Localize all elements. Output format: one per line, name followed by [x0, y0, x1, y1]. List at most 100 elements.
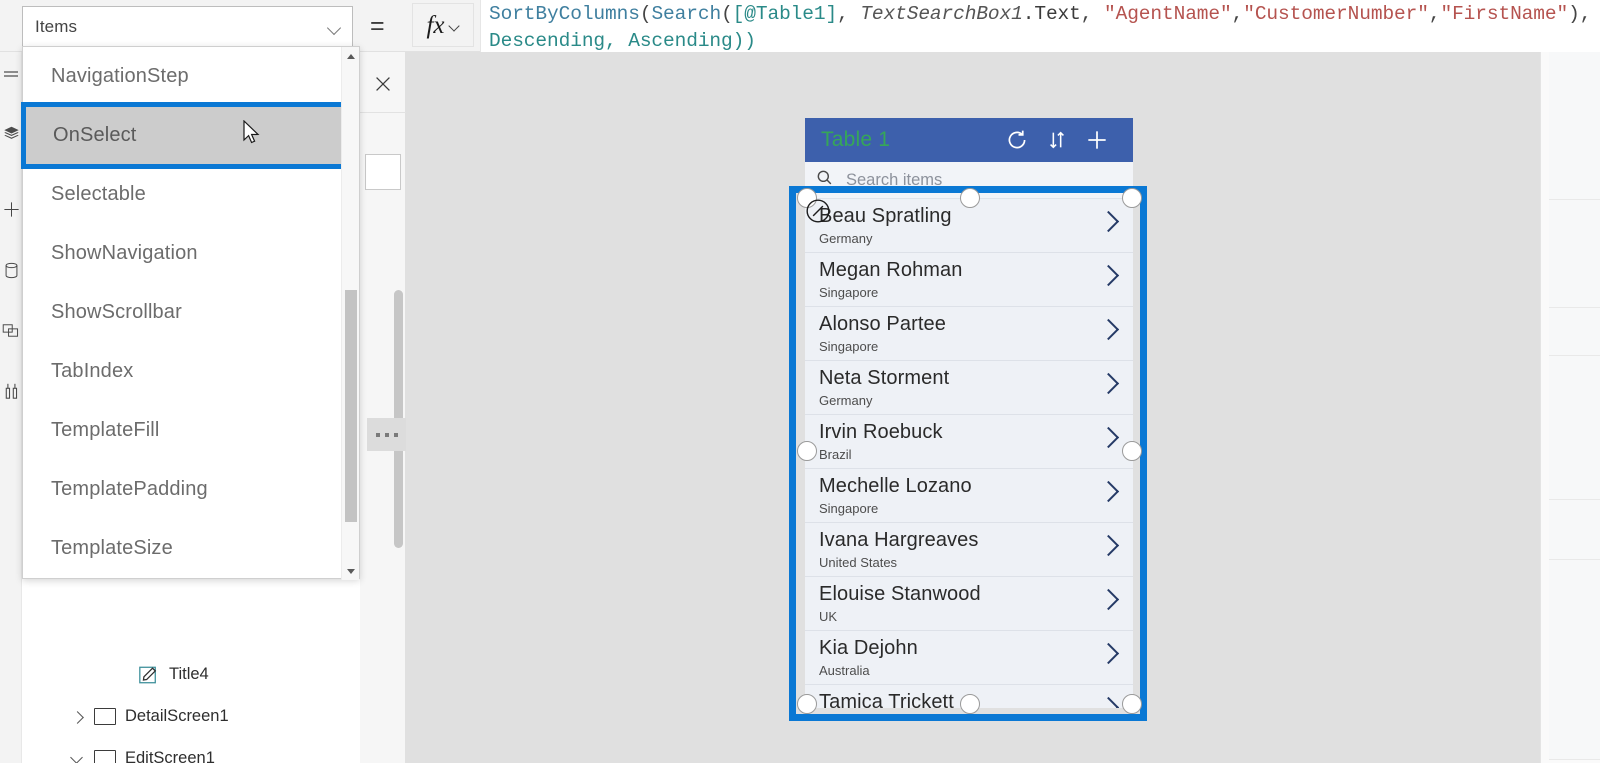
formula-token: Search	[651, 3, 722, 25]
formula-line-1: SortByColumns(Search([@Table1], TextSear…	[489, 0, 1600, 29]
data-sources-icon[interactable]	[0, 255, 22, 285]
resize-handle-top-right[interactable]	[1122, 188, 1142, 208]
pencil-edit-icon[interactable]	[805, 198, 831, 224]
resize-handle-mid-right[interactable]	[1122, 441, 1142, 461]
tree-item-title4[interactable]: Title4	[22, 654, 404, 695]
gallery-row-name: Elouise Stanwood	[819, 583, 981, 605]
formula-bar-region: Items = fx SortByColumns(Search([@Table1…	[0, 0, 1600, 52]
triangle-down-icon[interactable]	[342, 562, 360, 580]
fx-button[interactable]: fx	[412, 3, 474, 47]
scrollbar-thumb[interactable]	[345, 290, 357, 522]
hamburger-menu-icon[interactable]	[0, 60, 22, 90]
gallery-row[interactable]: Elouise Stanwood UK	[805, 577, 1133, 631]
gallery-row[interactable]: Kia Dejohn Australia	[805, 631, 1133, 685]
gallery-row-name: Irvin Roebuck	[819, 421, 943, 443]
dropdown-item-onselect[interactable]: OnSelect	[21, 102, 349, 169]
gallery-row[interactable]: Neta Storment Germany	[805, 361, 1133, 415]
gallery-row[interactable]: Ivana Hargreaves United States	[805, 523, 1133, 577]
formula-token: (	[639, 3, 652, 25]
tree-item-label: Title4	[169, 665, 209, 683]
gallery-row[interactable]: Alonso Partee Singapore	[805, 307, 1133, 361]
chevron-right-icon[interactable]	[70, 710, 84, 724]
sort-icon[interactable]	[1037, 118, 1077, 162]
screens-layers-icon[interactable]	[0, 118, 22, 148]
gallery-row[interactable]: Megan Rohman Singapore	[805, 253, 1133, 307]
chevron-down-icon[interactable]	[449, 22, 460, 29]
dropdown-item-templatepadding[interactable]: TemplatePadding	[23, 460, 343, 519]
more-dots-icon[interactable]	[367, 418, 406, 451]
chevron-right-icon[interactable]	[1101, 589, 1117, 605]
chevron-right-icon[interactable]	[1101, 319, 1117, 335]
formula-token: ,	[1231, 3, 1244, 25]
gallery-row-subtitle: Singapore	[819, 339, 879, 354]
chevron-right-icon[interactable]	[1101, 265, 1117, 281]
chevron-down-icon[interactable]	[70, 752, 84, 763]
gallery-row-name: Ivana Hargreaves	[819, 529, 979, 551]
chevron-right-icon[interactable]	[1101, 643, 1117, 659]
chevron-right-icon[interactable]	[1101, 697, 1117, 708]
fx-icon: fx	[426, 11, 445, 39]
insert-plus-icon[interactable]	[0, 194, 22, 224]
resize-handle-bottom-right[interactable]	[1122, 694, 1142, 714]
gallery-list[interactable]: Beau Spratling Germany Megan Rohman Singapo…	[805, 199, 1133, 708]
equals-sign: =	[370, 12, 385, 40]
chevron-down-icon[interactable]	[328, 23, 342, 31]
advanced-tools-icon[interactable]	[0, 376, 22, 406]
color-swatch[interactable]	[365, 154, 401, 190]
dropdown-item-templatefill[interactable]: TemplateFill	[23, 401, 343, 460]
resize-handle-bottom-left[interactable]	[797, 694, 817, 714]
dropdown-item-templatesize[interactable]: TemplateSize	[23, 519, 343, 578]
dropdown-item-navigationstep[interactable]: NavigationStep	[23, 47, 343, 106]
formula-token: SortByColumns	[489, 3, 640, 25]
right-panel-section	[1549, 52, 1600, 200]
tree-item-editscreen1[interactable]: EditScreen1	[22, 738, 404, 763]
formula-token: "AgentName"	[1103, 3, 1232, 25]
chevron-right-icon[interactable]	[1101, 211, 1117, 227]
property-dropdown-list[interactable]: NavigationStep OnSelect Selectable ShowNavi…	[21, 46, 360, 580]
formula-token: ,	[1080, 3, 1104, 25]
gallery-row[interactable]: Irvin Roebuck Brazil	[805, 415, 1133, 469]
dropdown-item-selectable[interactable]: Selectable	[23, 165, 343, 224]
tree-item-label: DetailScreen1	[125, 707, 229, 725]
right-panel-section	[1549, 308, 1600, 356]
left-icon-rail	[0, 52, 22, 763]
gallery-row-name: Megan Rohman	[819, 259, 963, 281]
add-icon[interactable]	[1077, 118, 1117, 162]
tree-item-label: EditScreen1	[125, 749, 215, 763]
formula-input[interactable]: SortByColumns(Search([@Table1], TextSear…	[480, 0, 1600, 52]
gallery-row[interactable]: Mechelle Lozano Singapore	[805, 469, 1133, 523]
formula-token: )	[1568, 3, 1580, 25]
title-edit-icon	[138, 665, 160, 685]
gallery-row-subtitle: United States	[819, 555, 898, 570]
right-panel-section	[1549, 560, 1600, 760]
property-selector[interactable]: Items	[22, 6, 353, 47]
formula-token: TextSearchBox1	[860, 3, 1023, 25]
formula-token: (	[721, 3, 733, 25]
dropdown-item-shownavigation[interactable]: ShowNavigation	[23, 224, 343, 283]
resize-handle-mid-left[interactable]	[797, 441, 817, 461]
triangle-up-icon[interactable]	[342, 47, 360, 65]
close-icon[interactable]	[360, 62, 406, 106]
chevron-right-icon[interactable]	[1101, 535, 1117, 551]
formula-token: ,	[1579, 3, 1592, 25]
chevron-right-icon[interactable]	[1101, 373, 1117, 389]
refresh-icon[interactable]	[997, 118, 1037, 162]
right-panel-section	[1549, 500, 1600, 560]
resize-handle-bottom-center[interactable]	[960, 694, 980, 714]
media-icon[interactable]	[0, 315, 22, 345]
formula-line-2: Descending, Ascending))	[489, 30, 756, 52]
gallery-row-name: Neta Storment	[819, 367, 950, 389]
right-panel-section	[1549, 200, 1600, 308]
formula-token: [@Table1]	[732, 3, 838, 25]
dropdown-item-tabindex[interactable]: TabIndex	[23, 342, 343, 401]
right-panel-section	[1549, 356, 1600, 500]
resize-handle-top-center[interactable]	[960, 188, 980, 208]
gallery-row-subtitle: Singapore	[819, 285, 879, 300]
tree-item-detailscreen1[interactable]: DetailScreen1	[22, 696, 404, 737]
chevron-right-icon[interactable]	[1101, 427, 1117, 443]
dropdown-scrollbar[interactable]	[341, 47, 359, 580]
dropdown-item-showscrollbar[interactable]: ShowScrollbar	[23, 283, 343, 342]
gallery-row-name: Alonso Partee	[819, 313, 946, 335]
chevron-right-icon[interactable]	[1101, 481, 1117, 497]
screen-icon	[94, 708, 116, 725]
